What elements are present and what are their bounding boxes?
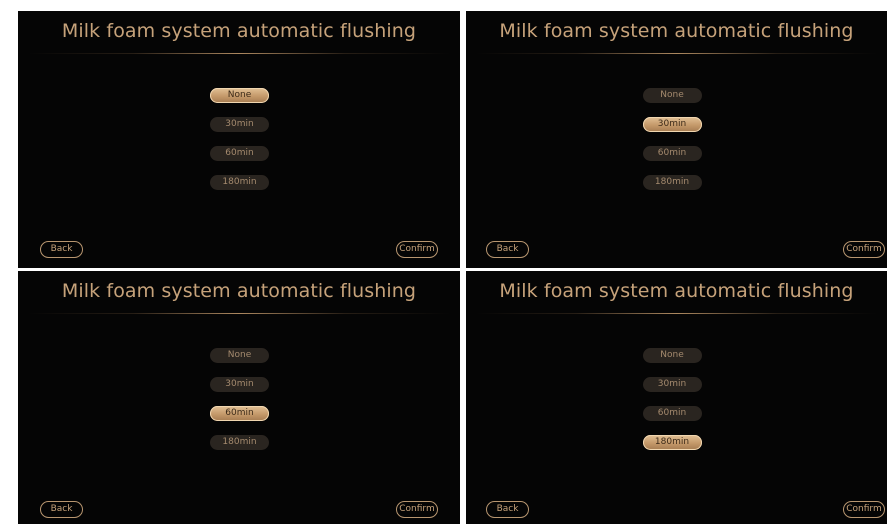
option-30min[interactable]: 30min [210, 377, 269, 392]
page-title: Milk foam system automatic flushing [61, 280, 417, 302]
page-title: Milk foam system automatic flushing [499, 20, 854, 42]
back-button[interactable]: Back [40, 501, 83, 518]
option-180min[interactable]: 180min [642, 175, 702, 190]
title-divider [476, 313, 877, 314]
option-60min[interactable]: 60min [642, 406, 702, 421]
option-60min[interactable]: 60min [210, 406, 269, 421]
option-180min[interactable]: 180min [642, 435, 702, 450]
title-divider [476, 53, 877, 54]
option-none[interactable]: None [642, 88, 702, 103]
flush-settings-screen: Milk foam system automatic flushing None… [18, 271, 460, 524]
option-30min[interactable]: 30min [642, 117, 702, 132]
option-180min[interactable]: 180min [210, 175, 269, 190]
page-title: Milk foam system automatic flushing [61, 20, 417, 42]
screenshot-grid: Milk foam system automatic flushing None… [0, 0, 887, 524]
confirm-button[interactable]: Confirm [843, 241, 885, 258]
option-none[interactable]: None [642, 348, 702, 363]
option-none[interactable]: None [210, 88, 269, 103]
option-60min[interactable]: 60min [642, 146, 702, 161]
confirm-button[interactable]: Confirm [396, 241, 438, 258]
confirm-button[interactable]: Confirm [843, 501, 885, 518]
back-button[interactable]: Back [486, 501, 529, 518]
option-180min[interactable]: 180min [210, 435, 269, 450]
back-button[interactable]: Back [486, 241, 529, 258]
flush-settings-screen: Milk foam system automatic flushing None… [466, 271, 887, 524]
option-30min[interactable]: 30min [210, 117, 269, 132]
flush-settings-screen: Milk foam system automatic flushing None… [466, 11, 887, 268]
option-60min[interactable]: 60min [210, 146, 269, 161]
title-divider [28, 53, 450, 54]
option-none[interactable]: None [210, 348, 269, 363]
back-button[interactable]: Back [40, 241, 83, 258]
confirm-button[interactable]: Confirm [396, 501, 438, 518]
option-30min[interactable]: 30min [642, 377, 702, 392]
page-title: Milk foam system automatic flushing [499, 280, 854, 302]
flush-settings-screen: Milk foam system automatic flushing None… [18, 11, 460, 268]
title-divider [28, 313, 450, 314]
